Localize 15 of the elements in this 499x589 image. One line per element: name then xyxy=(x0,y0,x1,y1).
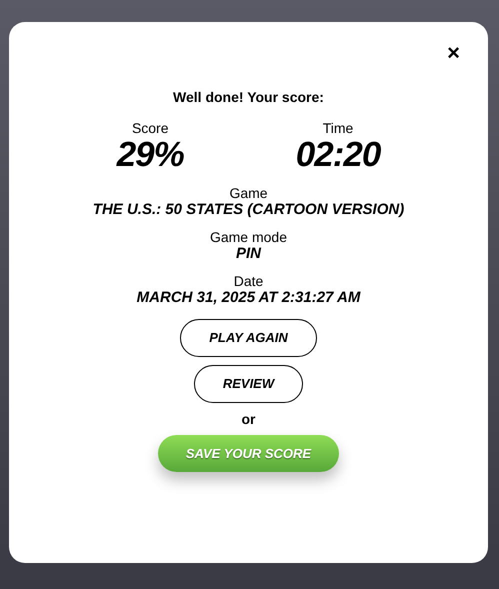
stat-value: 02:20 xyxy=(296,136,380,174)
detail-value: MARCH 31, 2025 AT 2:31:27 AM xyxy=(136,289,360,307)
detail-value: PIN xyxy=(236,245,261,263)
detail-label: Game xyxy=(229,185,268,201)
stat-value: 29% xyxy=(116,136,184,174)
action-button[interactable]: PLAY AGAIN xyxy=(180,319,317,357)
detail-label: Game mode xyxy=(210,229,288,245)
detail-label: Date xyxy=(234,273,264,289)
score-heading: Well done! Your score: xyxy=(173,88,324,107)
action-button[interactable]: REVIEW xyxy=(194,365,304,403)
close-button[interactable]: × xyxy=(447,42,460,64)
or-text: or xyxy=(242,411,256,427)
stat-label: Time xyxy=(322,120,354,136)
detail-value: THE U.S.: 50 STATES (CARTOON VERSION) xyxy=(92,201,404,219)
stat-label: Score xyxy=(132,120,169,136)
